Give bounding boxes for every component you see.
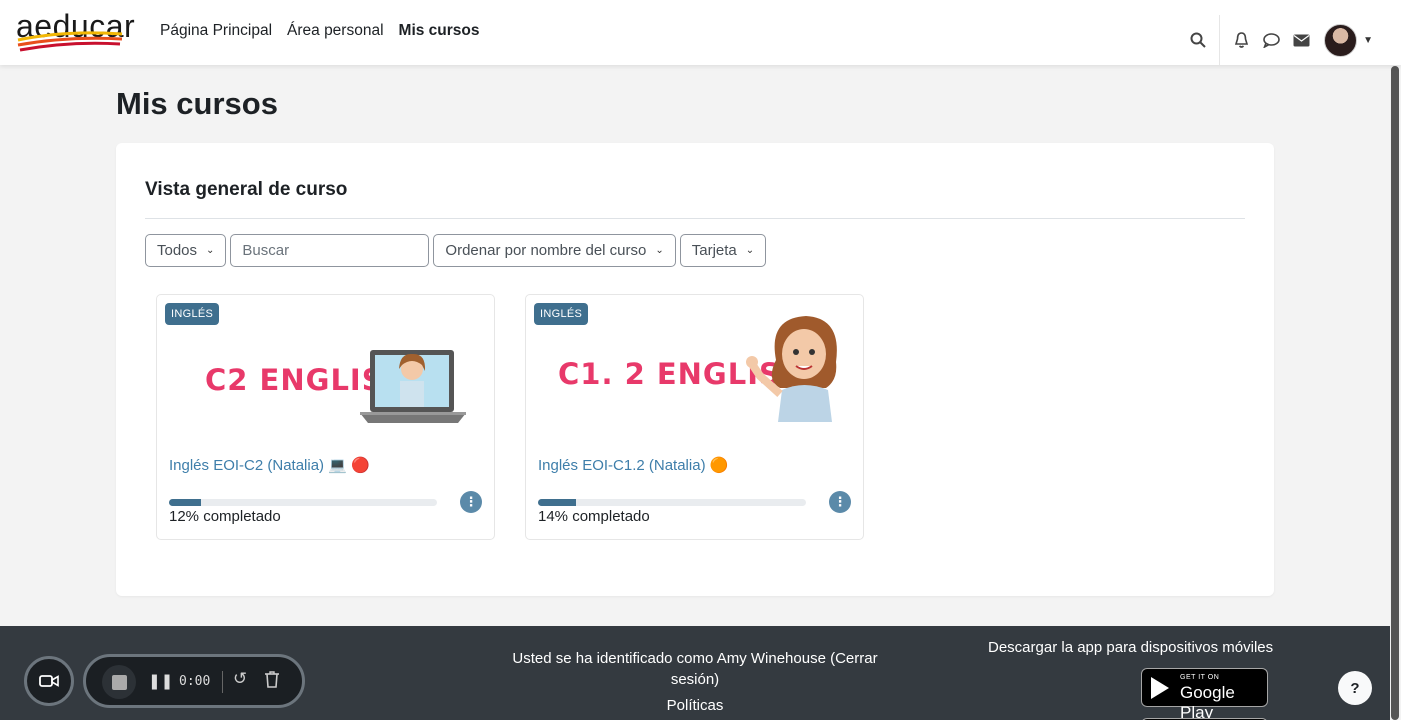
stop-icon [111,674,127,690]
progress-bar-fill [169,499,202,506]
course-name-link[interactable]: Inglés EOI-C2 (Natalia) 💻 🔴 [169,456,370,474]
progress-text: 12% completado [169,508,281,525]
chat-icon[interactable] [1256,23,1286,57]
nav-home-link[interactable]: Página Principal [160,22,272,40]
google-play-icon [1151,677,1169,699]
site-logo[interactable]: aeducar [16,8,135,54]
primary-navigation: Página Principal Área personal Mis curso… [160,22,480,40]
nav-mycourses-link[interactable]: Mis cursos [399,22,480,40]
grouping-dropdown-label: Todos [157,242,198,259]
scrollbar-thumb[interactable] [1391,66,1399,720]
google-play-small-text: GET IT ON [1180,674,1220,681]
logo-swoosh-icon [17,31,123,52]
trash-icon[interactable] [264,670,280,693]
course-overview-block: Vista general de curso Todos ⌄ Ordenar p… [116,143,1274,596]
restart-icon[interactable]: ↺ [233,669,247,689]
block-divider [145,218,1245,219]
progress-text: 14% completado [538,508,650,525]
course-search-input[interactable] [230,234,430,267]
nav-divider [1219,15,1221,65]
course-name-link[interactable]: Inglés EOI-C1.2 (Natalia) 🟠 [538,456,728,474]
stop-recording-button[interactable] [102,665,136,699]
policies-link[interactable]: Políticas [640,697,750,714]
bell-icon[interactable] [1226,23,1256,57]
envelope-icon[interactable] [1286,23,1316,57]
page-title: Mis cursos [116,86,278,121]
recording-divider [222,671,223,693]
view-dropdown-label: Tarjeta [691,242,737,259]
app-download-text: Descargar la app para dispositivos móvil… [988,639,1274,656]
progress-bar [538,499,806,506]
course-card[interactable]: C2 ENGLISH INGLÉS Inglés EOI-C2 (Natalia… [156,294,495,540]
progress-bar-fill [538,499,576,506]
laptop-avatar-illustration [360,350,466,423]
chevron-down-icon: ⌄ [206,245,215,256]
course-filters: Todos ⌄ Ordenar por nombre del curso ⌄ T… [145,234,767,267]
nav-icon-group: ▼ [1183,15,1373,65]
category-badge: INGLÉS [534,303,589,325]
block-title: Vista general de curso [145,179,348,200]
progress-bar [169,499,437,506]
chevron-down-icon: ⌄ [745,245,755,256]
page-scrollbar[interactable] [1390,66,1400,720]
login-info-text: Usted se ha identificado como Amy Wineho… [512,650,878,688]
google-play-big-text: Google Play [1180,683,1235,720]
search-icon[interactable] [1183,23,1213,57]
recording-timer: 0:00 [179,674,211,689]
nav-dashboard-link[interactable]: Área personal [287,22,384,40]
course-card[interactable]: C1. 2 ENGLISH INGLÉS Inglés EOI-C1.2 (Na… [525,294,864,540]
sort-dropdown-label: Ordenar por nombre del curso [445,242,647,259]
more-options-icon[interactable]: ⋮ [460,491,482,513]
waving-avatar-illustration [746,316,837,422]
category-badge: INGLÉS [165,303,220,325]
chevron-down-icon: ⌄ [655,245,664,256]
chevron-down-icon[interactable]: ▼ [1363,35,1373,46]
google-play-badge[interactable]: GET IT ON Google Play [1141,668,1268,720]
page-footer: ❚❚ 0:00 ↺ Usted se ha identificado como … [0,626,1390,720]
grouping-dropdown[interactable]: Todos ⌄ [145,234,227,267]
pause-icon[interactable]: ❚❚ [148,672,173,690]
recording-controls: ❚❚ 0:00 ↺ [83,654,305,708]
top-navbar: aeducar Página Principal Área personal M… [0,0,1401,65]
user-avatar[interactable] [1324,23,1358,57]
sort-dropdown[interactable]: Ordenar por nombre del curso ⌄ [433,234,676,267]
view-dropdown[interactable]: Tarjeta ⌄ [679,234,767,267]
more-options-icon[interactable]: ⋮ [829,491,851,513]
help-button[interactable]: ? [1338,671,1372,705]
video-camera-icon[interactable] [24,656,74,706]
